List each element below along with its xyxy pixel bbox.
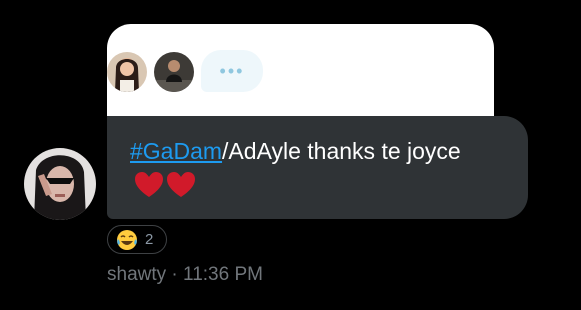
- message-body: /AdAyle thanks te joyce: [222, 138, 461, 164]
- reaction-count: 2: [145, 231, 154, 248]
- face-with-tears-of-joy-icon: [117, 229, 137, 250]
- participant-1-photo: [107, 52, 147, 92]
- dm-conversation: ••• #GaDam/AdAyle thanks te joyce 2 shaw…: [0, 0, 581, 310]
- message-bubble[interactable]: #GaDam/AdAyle thanks te joyce: [107, 116, 528, 219]
- participant-2-photo: [154, 52, 194, 92]
- red-heart-icon: [135, 172, 195, 197]
- message-meta: shawty · 11:36 PM: [107, 264, 263, 286]
- sender-name[interactable]: shawty: [107, 264, 166, 285]
- participant-avatar-1[interactable]: [107, 52, 147, 92]
- reaction-pill[interactable]: 2: [107, 225, 167, 254]
- hashtag-link[interactable]: #GaDam: [130, 138, 222, 164]
- message-text: #GaDam/AdAyle thanks te joyce: [130, 134, 510, 202]
- sender-avatar[interactable]: [24, 148, 96, 220]
- message-timestamp: 11:36 PM: [183, 264, 263, 285]
- typing-indicator: •••: [201, 50, 263, 92]
- sender-photo: [24, 148, 96, 220]
- meta-separator: ·: [166, 264, 184, 285]
- participant-avatar-2[interactable]: [154, 52, 194, 92]
